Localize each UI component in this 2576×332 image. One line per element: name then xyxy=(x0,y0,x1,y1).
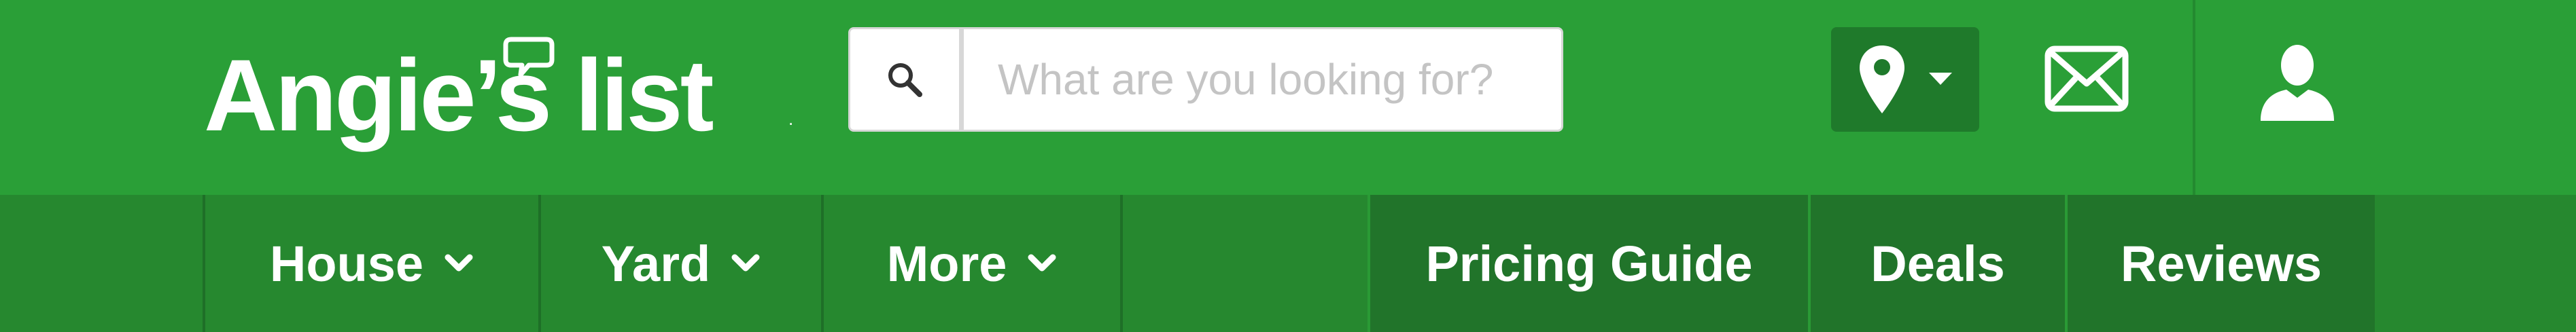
envelope-icon xyxy=(2044,45,2129,112)
messages-button[interactable] xyxy=(2039,41,2134,117)
search-button[interactable] xyxy=(848,27,961,132)
logo-wordmark: Angie’s list xyxy=(204,38,714,152)
nav-more-label: More xyxy=(886,235,1007,292)
chevron-down-icon xyxy=(1028,254,1056,272)
header-divider xyxy=(2193,0,2195,195)
logo-speech-bubble-icon xyxy=(503,37,555,77)
nav-yard[interactable]: Yard xyxy=(538,195,821,332)
chevron-down-icon xyxy=(445,254,473,272)
caret-down-icon xyxy=(1929,73,1952,85)
nav-reviews-label: Reviews xyxy=(2120,235,2322,292)
nav-house-label: House xyxy=(269,235,424,292)
nav-yard-label: Yard xyxy=(601,235,711,292)
map-pin-icon xyxy=(1860,45,1904,113)
angies-list-logo[interactable]: Angie’s list . xyxy=(204,34,816,152)
search-input[interactable] xyxy=(961,27,1563,132)
main-nav: House Yard More Pricing Guide Deals Revi… xyxy=(0,195,2576,332)
location-button[interactable] xyxy=(1831,27,1979,132)
user-icon xyxy=(2261,45,2334,121)
logo-trademark: . xyxy=(788,109,794,129)
header-bar: Angie’s list . xyxy=(0,0,2576,195)
nav-reviews[interactable]: Reviews xyxy=(2065,195,2375,332)
nav-more[interactable]: More xyxy=(821,195,1123,332)
nav-pricing-guide-label: Pricing Guide xyxy=(1425,235,1753,292)
search-icon xyxy=(888,63,922,97)
chevron-down-icon xyxy=(731,254,760,272)
nav-house[interactable]: House xyxy=(203,195,538,332)
nav-pricing-guide[interactable]: Pricing Guide xyxy=(1368,195,1808,332)
account-button[interactable] xyxy=(2250,34,2345,129)
nav-deals[interactable]: Deals xyxy=(1808,195,2065,332)
nav-deals-label: Deals xyxy=(1870,235,2005,292)
